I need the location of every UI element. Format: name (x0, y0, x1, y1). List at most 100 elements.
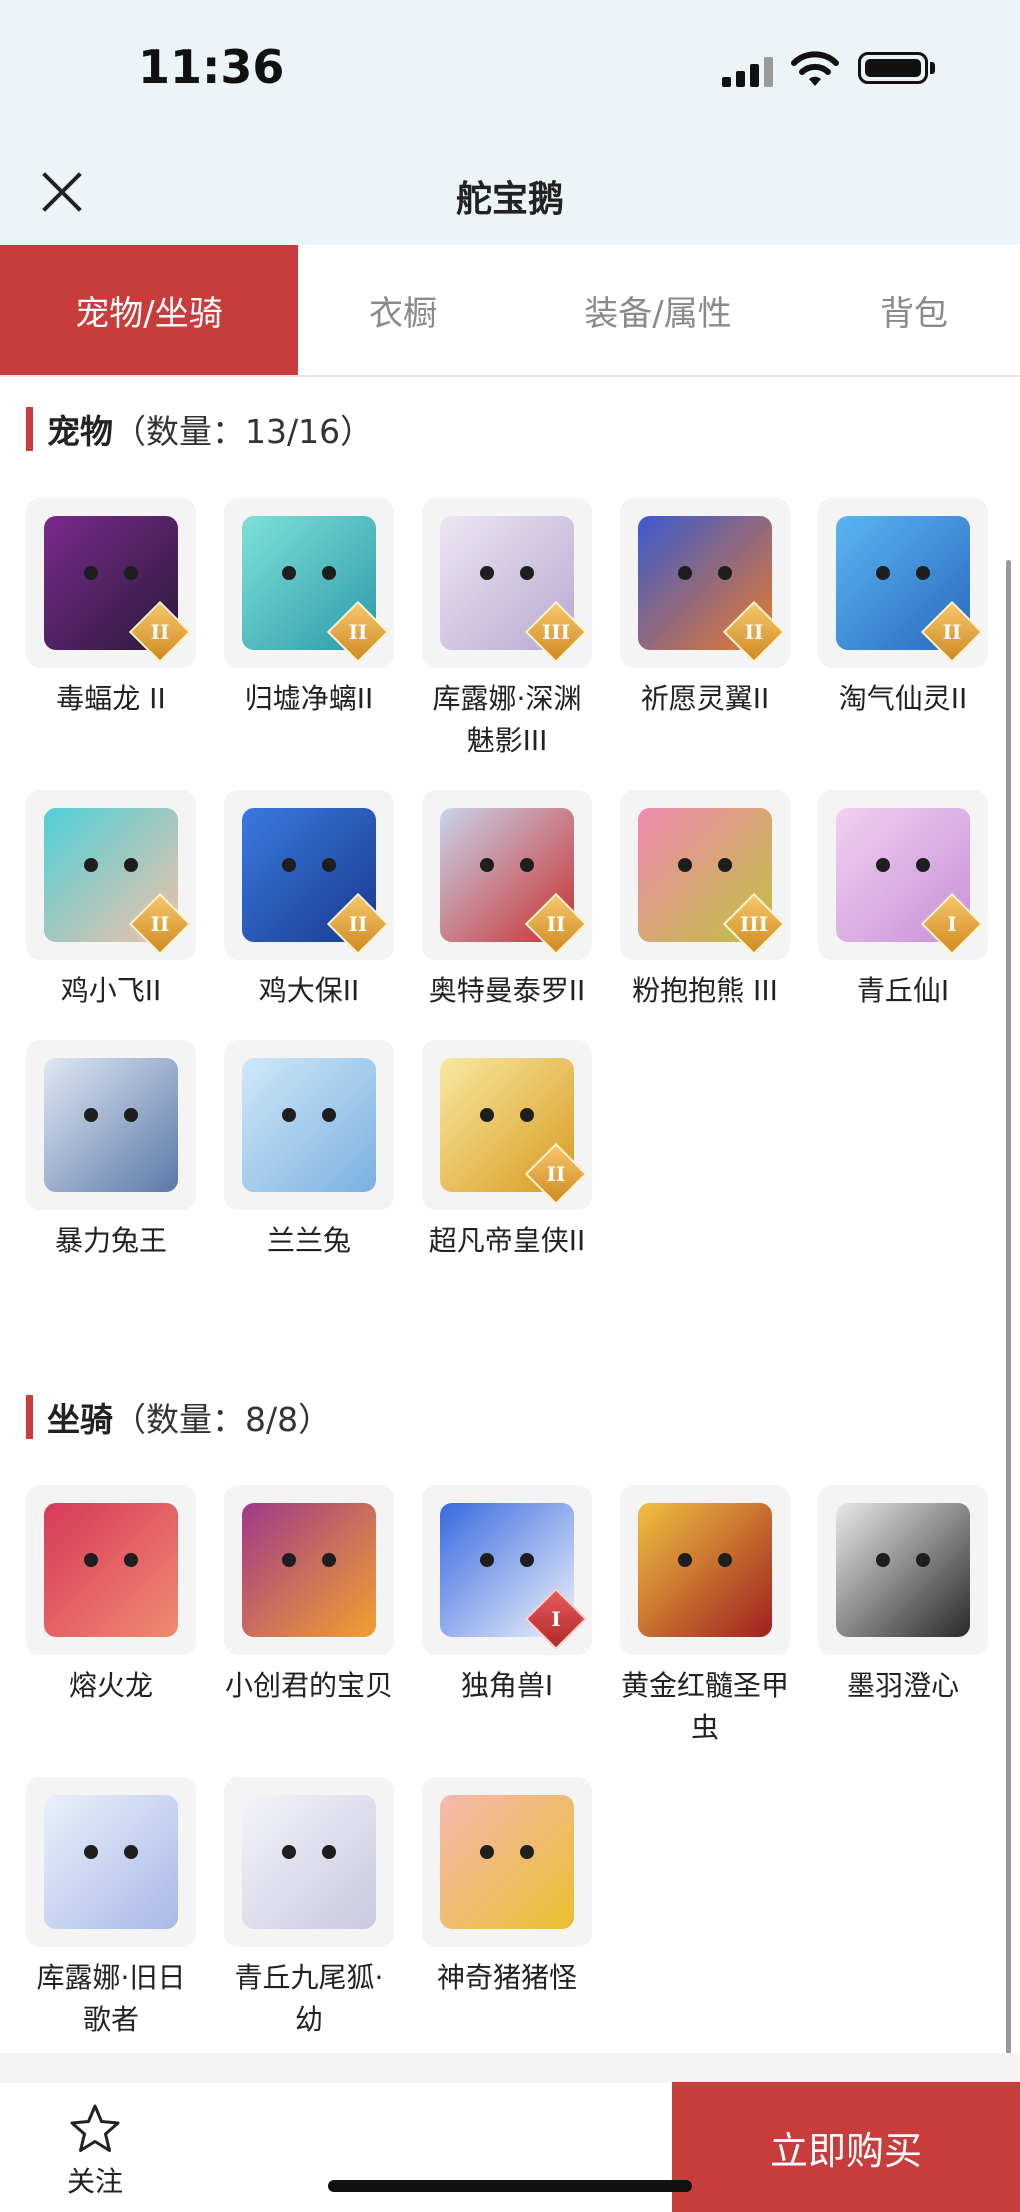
mount-card[interactable]: 熔火龙 (26, 1485, 196, 1749)
pet-card[interactable]: II 祈愿灵翼II (620, 498, 790, 762)
pet-card[interactable]: I 青丘仙I (818, 790, 988, 1012)
creature-eyes (678, 1553, 732, 1569)
creature-eyes (84, 858, 138, 874)
pet-name: 归墟净螭II (244, 682, 374, 715)
section-accent-bar (26, 407, 33, 451)
tier-badge-label: II (546, 1162, 566, 1186)
tier-badge-label: II (348, 620, 368, 644)
section-accent-bar (26, 1395, 33, 1439)
pet-thumbnail (26, 1040, 196, 1210)
mount-image (836, 1503, 970, 1637)
pet-thumbnail: I (818, 790, 988, 960)
pets-section-title: 宠物 （数量：13/16） (26, 403, 373, 455)
pet-thumbnail: II (224, 498, 394, 668)
pet-card[interactable]: 兰兰兔 (224, 1040, 394, 1262)
pet-thumbnail: II (224, 790, 394, 960)
creature-eyes (282, 1553, 336, 1569)
pet-thumbnail: III (422, 498, 592, 668)
pet-name: 奥特曼泰罗II (428, 974, 586, 1007)
status-time: 11:36 (138, 40, 285, 94)
creature-eyes (678, 858, 732, 874)
divider (0, 2053, 1020, 2081)
nav-bar: 舵宝鹅 (0, 140, 1020, 245)
pet-thumbnail: III (620, 790, 790, 960)
pet-thumbnail: II (818, 498, 988, 668)
pet-name: 毒蝠龙 II (56, 682, 166, 715)
status-bar: 11:36 (0, 0, 1020, 140)
creature-eyes (282, 1845, 336, 1861)
tier-badge-label: II (348, 912, 368, 936)
mount-image (44, 1795, 178, 1929)
tab-bar: 宠物/坐骑 衣橱 装备/属性 背包 (0, 245, 1020, 377)
scrollbar[interactable] (1006, 560, 1011, 2080)
tab-equipment[interactable]: 装备/属性 (508, 245, 808, 375)
creature-eyes (480, 1553, 534, 1569)
mount-card[interactable]: 青丘九尾狐·幼 (224, 1777, 394, 2041)
creature-eyes (282, 858, 336, 874)
creature-eyes (876, 858, 930, 874)
mount-name: 小创君的宝贝 (224, 1669, 393, 1702)
mount-name: 墨羽澄心 (846, 1669, 959, 1702)
mount-card[interactable]: 神奇猪猪怪 (422, 1777, 592, 2041)
star-icon (70, 2104, 120, 2152)
tier-badge-label: II (150, 620, 170, 644)
mounts-count: （数量：8/8） (113, 1400, 332, 1439)
creature-eyes (480, 858, 534, 874)
mount-image (638, 1503, 772, 1637)
mount-thumbnail (26, 1777, 196, 1947)
creature-eyes (876, 1553, 930, 1569)
pet-name: 淘气仙灵II (838, 682, 968, 715)
pet-card[interactable]: III 库露娜·深渊魅影III (422, 498, 592, 762)
tab-wardrobe[interactable]: 衣橱 (298, 245, 508, 375)
mount-image (440, 1795, 574, 1929)
mount-card[interactable]: 小创君的宝贝 (224, 1485, 394, 1749)
cellular-signal-icon (722, 55, 774, 87)
mount-thumbnail (224, 1485, 394, 1655)
pet-name: 祈愿灵翼II (640, 682, 770, 715)
pet-name: 青丘仙I (856, 974, 950, 1007)
pet-name: 兰兰兔 (266, 1224, 351, 1257)
follow-button[interactable]: 关注 (40, 2102, 150, 2202)
mount-card[interactable]: 库露娜·旧日歌者 (26, 1777, 196, 2041)
pet-card[interactable]: II 超凡帝皇侠II (422, 1040, 592, 1262)
buy-now-button[interactable]: 立即购买 (672, 2082, 1020, 2212)
mounts-title: 坐骑 (47, 1400, 113, 1439)
page-title: 舵宝鹅 (455, 179, 564, 220)
mount-thumbnail: I (422, 1485, 592, 1655)
pets-title: 宠物 (47, 412, 113, 451)
mount-name: 神奇猪猪怪 (436, 1961, 577, 1994)
creature-eyes (480, 1845, 534, 1861)
pet-card[interactable]: II 鸡小飞II (26, 790, 196, 1012)
pet-thumbnail: II (422, 1040, 592, 1210)
mount-card[interactable]: 墨羽澄心 (818, 1485, 988, 1749)
pet-card[interactable]: 暴力兔王 (26, 1040, 196, 1262)
pet-card[interactable]: II 奥特曼泰罗II (422, 790, 592, 1012)
mount-thumbnail (26, 1485, 196, 1655)
tab-backpack[interactable]: 背包 (808, 245, 1020, 375)
pet-card[interactable]: II 鸡大保II (224, 790, 394, 1012)
wifi-icon (791, 51, 839, 86)
creature-eyes (876, 566, 930, 582)
mount-name: 独角兽I (460, 1669, 554, 1702)
creature-eyes (480, 566, 534, 582)
pets-count: （数量：13/16） (113, 412, 374, 451)
tab-pets-mounts[interactable]: 宠物/坐骑 (0, 245, 298, 375)
home-indicator (328, 2180, 692, 2192)
pet-card[interactable]: II 归墟净螭II (224, 498, 394, 762)
pet-card[interactable]: III 粉抱抱熊 III (620, 790, 790, 1012)
mount-card[interactable]: 黄金红髓圣甲虫 (620, 1485, 790, 1749)
content-area[interactable]: 宠物 （数量：13/16） II 毒蝠龙 II II 归墟净螭II III 库露娜·深渊魅… (0, 377, 1020, 2057)
tier-badge-label: II (150, 912, 170, 936)
battery-nub (930, 62, 935, 74)
mount-image (242, 1503, 376, 1637)
tier-badge-label: III (541, 620, 571, 644)
pet-name: 库露娜·深渊魅影III (432, 682, 582, 757)
mount-name: 黄金红髓圣甲虫 (620, 1669, 789, 1744)
pet-thumbnail: II (26, 498, 196, 668)
pet-name: 暴力兔王 (54, 1224, 167, 1257)
pet-card[interactable]: II 淘气仙灵II (818, 498, 988, 762)
mounts-grid: 熔火龙 小创君的宝贝 I 独角兽I 黄金红髓圣甲虫 墨羽澄心库露娜·旧日歌者 青丘九尾狐·幼… (26, 1485, 988, 2041)
mount-card[interactable]: I 独角兽I (422, 1485, 592, 1749)
pet-card[interactable]: II 毒蝠龙 II (26, 498, 196, 762)
tier-badge-label: II (942, 620, 962, 644)
